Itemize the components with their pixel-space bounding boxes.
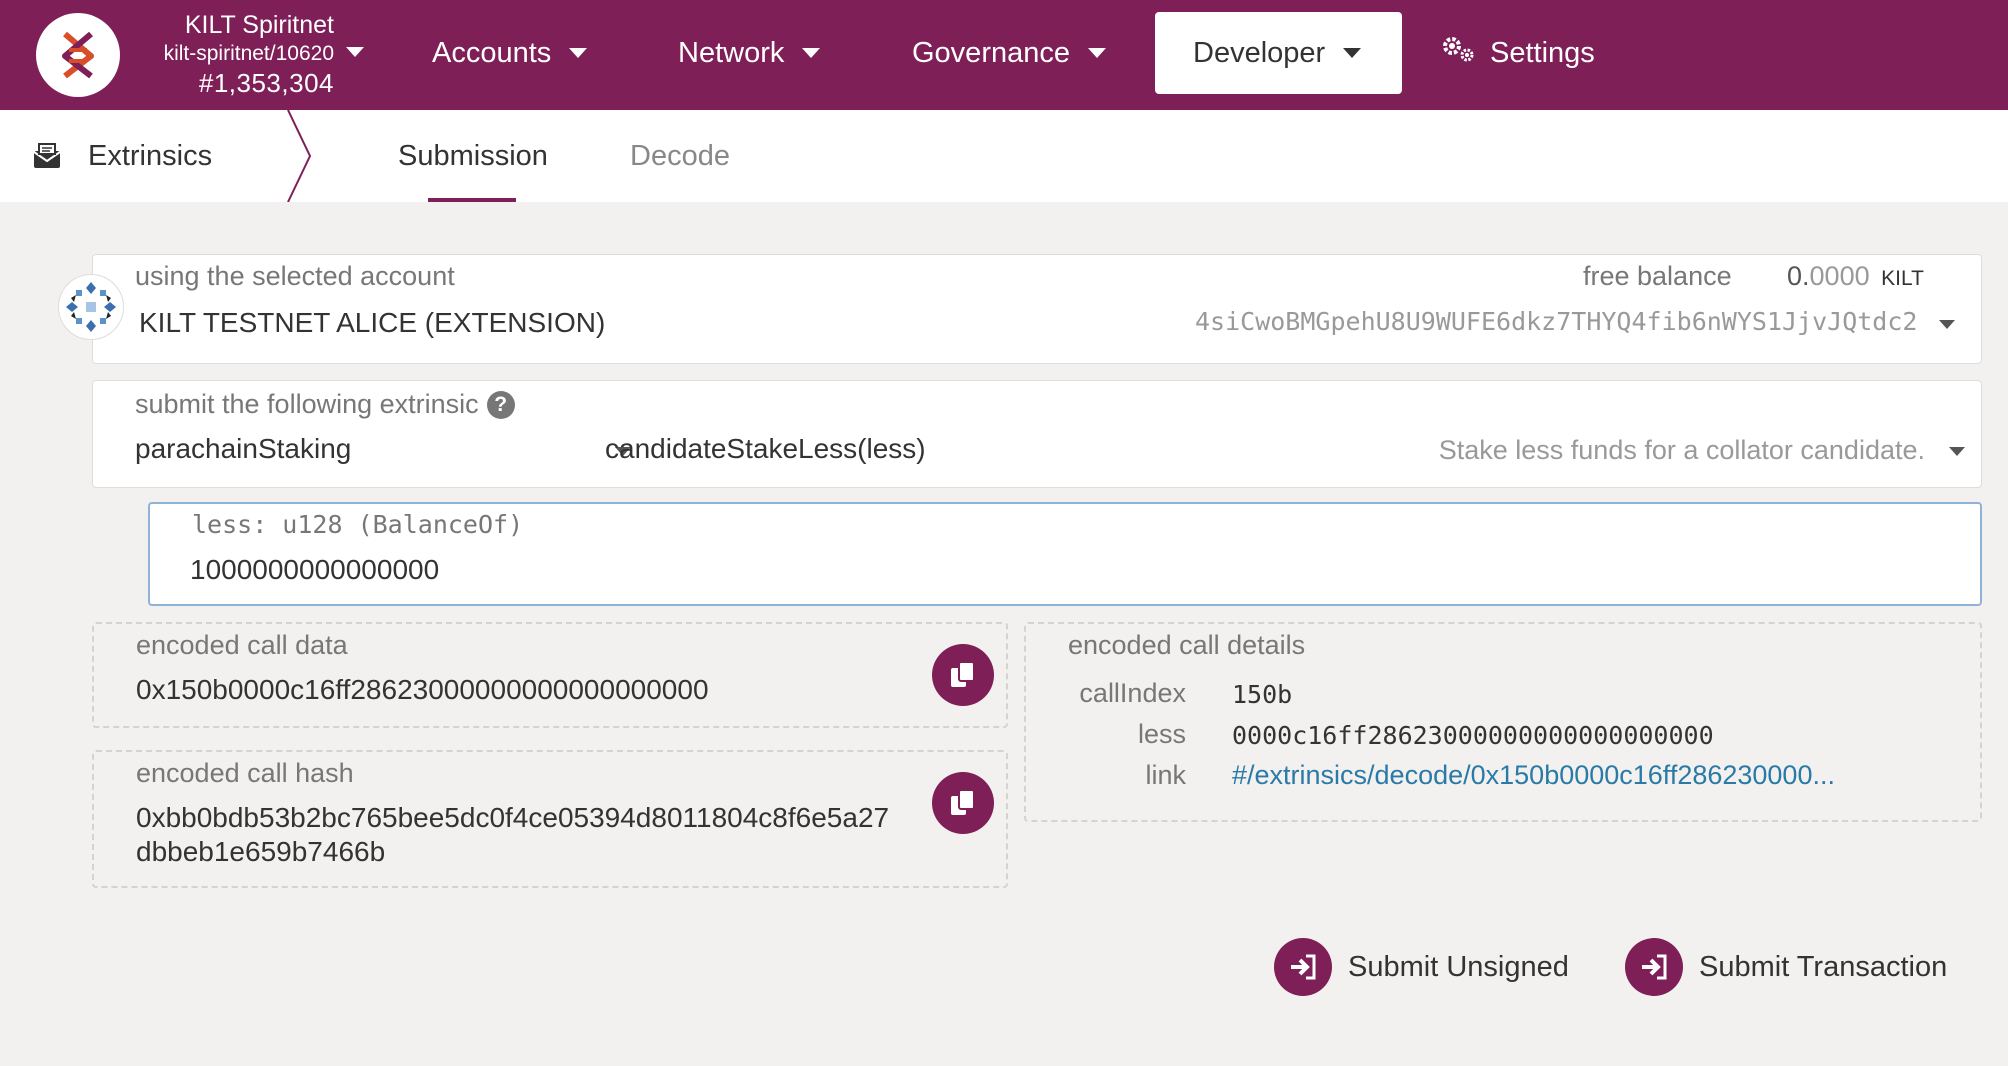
call-value: candidateStakeLess(less) <box>605 433 926 464</box>
breadcrumb-chevron-icon <box>287 110 312 202</box>
chain-name: KILT Spiritnet <box>184 11 334 39</box>
envelope-icon <box>32 141 62 171</box>
submit-transaction-label: Submit Transaction <box>1699 950 1948 983</box>
encoded-call-data-box: encoded call data 0x150b0000c16ff2862300… <box>92 622 1008 728</box>
encoded-call-hash-box: encoded call hash 0xbb0bdb53b2bc765bee5d… <box>92 750 1008 888</box>
copy-icon <box>951 789 975 815</box>
nav-accounts[interactable]: Accounts <box>432 12 588 94</box>
call-chevron-down-icon <box>1949 447 1965 456</box>
extrinsic-label: submit the following extrinsic <box>135 389 479 419</box>
nav-governance[interactable]: Governance <box>912 12 1106 94</box>
extrinsics-section-title: Extrinsics <box>32 110 212 202</box>
free-balance-value: 0.0000 KILT <box>1787 261 1924 292</box>
best-block-number: #1,353,304 <box>198 68 334 98</box>
encoded-call-data-label: encoded call data <box>136 630 348 660</box>
account-selector[interactable]: using the selected account KILT TESTNET … <box>92 254 1982 364</box>
nav-developer[interactable]: Developer <box>1155 12 1402 94</box>
encoded-call-details-box: encoded call details callIndex 150b less… <box>1024 622 1982 822</box>
call-description: Stake less funds for a collator candidat… <box>1438 435 1925 465</box>
call-details-label: encoded call details <box>1068 630 1306 660</box>
section-label: Extrinsics <box>88 139 213 172</box>
account-address: 4siCwoBMGpehU8U9WUFE6dkz7THYQ4fib6nWYS1J… <box>1195 307 1918 336</box>
chain-selector-chevron-down-icon[interactable] <box>346 47 364 57</box>
help-icon[interactable]: ? <box>486 390 515 419</box>
sign-in-icon <box>1274 938 1332 996</box>
top-navigation-bar: KILT Spiritnet kilt-spiritnet/10620 #1,3… <box>0 0 2008 110</box>
encoded-call-hash-line1: 0xbb0bdb53b2bc765bee5dc0f4ce05394d801180… <box>136 802 890 833</box>
account-chevron-down-icon[interactable] <box>1939 320 1955 329</box>
chevron-down-icon <box>1088 48 1106 58</box>
call-dropdown[interactable]: candidateStakeLess(less) Stake less fund… <box>605 433 1965 477</box>
copy-call-data-button[interactable] <box>932 644 994 706</box>
account-identicon[interactable] <box>58 274 124 340</box>
nav-accounts-label: Accounts <box>432 36 552 69</box>
chain-selector[interactable]: KILT Spiritnet kilt-spiritnet/10620 #1,3… <box>140 10 340 98</box>
kilt-logo-icon <box>62 31 94 79</box>
link-label: link <box>1145 760 1186 790</box>
account-name: KILT TESTNET ALICE (EXTENSION) <box>139 307 606 338</box>
submit-transaction-button[interactable]: Submit Transaction <box>1625 936 1947 998</box>
encoded-call-hash-line2: dbbeb1e659b7466b <box>136 836 386 867</box>
less-label: less <box>1137 719 1186 749</box>
decode-link[interactable]: #/extrinsics/decode/0x150b0000c16ff28623… <box>1232 760 1835 791</box>
extrinsic-label-row: submit the following extrinsic ? <box>135 389 515 420</box>
encoded-call-hash-label: encoded call hash <box>136 758 354 788</box>
copy-call-hash-button[interactable] <box>932 772 994 834</box>
less-param-input[interactable]: less: u128 (BalanceOf) 1000000000000000 <box>148 502 1982 606</box>
pallet-value: parachainStaking <box>135 433 352 464</box>
callindex-value: 150b <box>1232 680 1293 709</box>
balance-unit: KILT <box>1881 267 1924 290</box>
nav-settings-label: Settings <box>1490 36 1595 69</box>
encoded-call-data-value: 0x150b0000c16ff28623000000000000000000 <box>136 674 709 705</box>
chevron-down-icon <box>569 48 588 58</box>
copy-icon <box>951 661 975 687</box>
tab-decode[interactable]: Decode <box>630 110 730 202</box>
chevron-down-icon <box>1343 48 1362 58</box>
tab-submission-label: Submission <box>398 139 548 172</box>
nav-network-label: Network <box>678 36 785 69</box>
sign-in-icon <box>1625 938 1683 996</box>
free-balance-label: free balance <box>1583 261 1732 291</box>
nav-governance-label: Governance <box>912 36 1070 69</box>
balance-decimals: 0000 <box>1809 261 1870 291</box>
nav-settings[interactable]: Settings <box>1440 12 1595 94</box>
nav-developer-label: Developer <box>1193 36 1326 69</box>
active-tab-indicator <box>428 198 516 202</box>
less-value: 0000c16ff28623000000000000000000 <box>1232 721 1714 750</box>
sub-navigation: Extrinsics Submission Decode <box>0 110 2008 202</box>
balance-integer: 0. <box>1787 261 1810 291</box>
kilt-logo[interactable] <box>36 13 120 97</box>
nav-network[interactable]: Network <box>678 12 821 94</box>
chain-id: kilt-spiritnet/10620 <box>163 42 334 65</box>
chevron-down-icon <box>802 48 821 58</box>
callindex-label: callIndex <box>1079 678 1186 708</box>
submit-unsigned-button[interactable]: Submit Unsigned <box>1274 936 1569 998</box>
gears-icon <box>1440 34 1476 72</box>
identicon-icon <box>63 279 119 335</box>
less-param-value[interactable]: 1000000000000000 <box>190 554 439 586</box>
tab-submission[interactable]: Submission <box>398 110 548 202</box>
submit-unsigned-label: Submit Unsigned <box>1348 950 1569 983</box>
less-param-label: less: u128 (BalanceOf) <box>192 510 524 539</box>
pallet-dropdown[interactable]: parachainStaking <box>135 433 635 477</box>
tab-decode-label: Decode <box>630 139 730 172</box>
account-label: using the selected account <box>135 261 455 291</box>
extrinsic-selector: submit the following extrinsic ? paracha… <box>92 380 1982 488</box>
